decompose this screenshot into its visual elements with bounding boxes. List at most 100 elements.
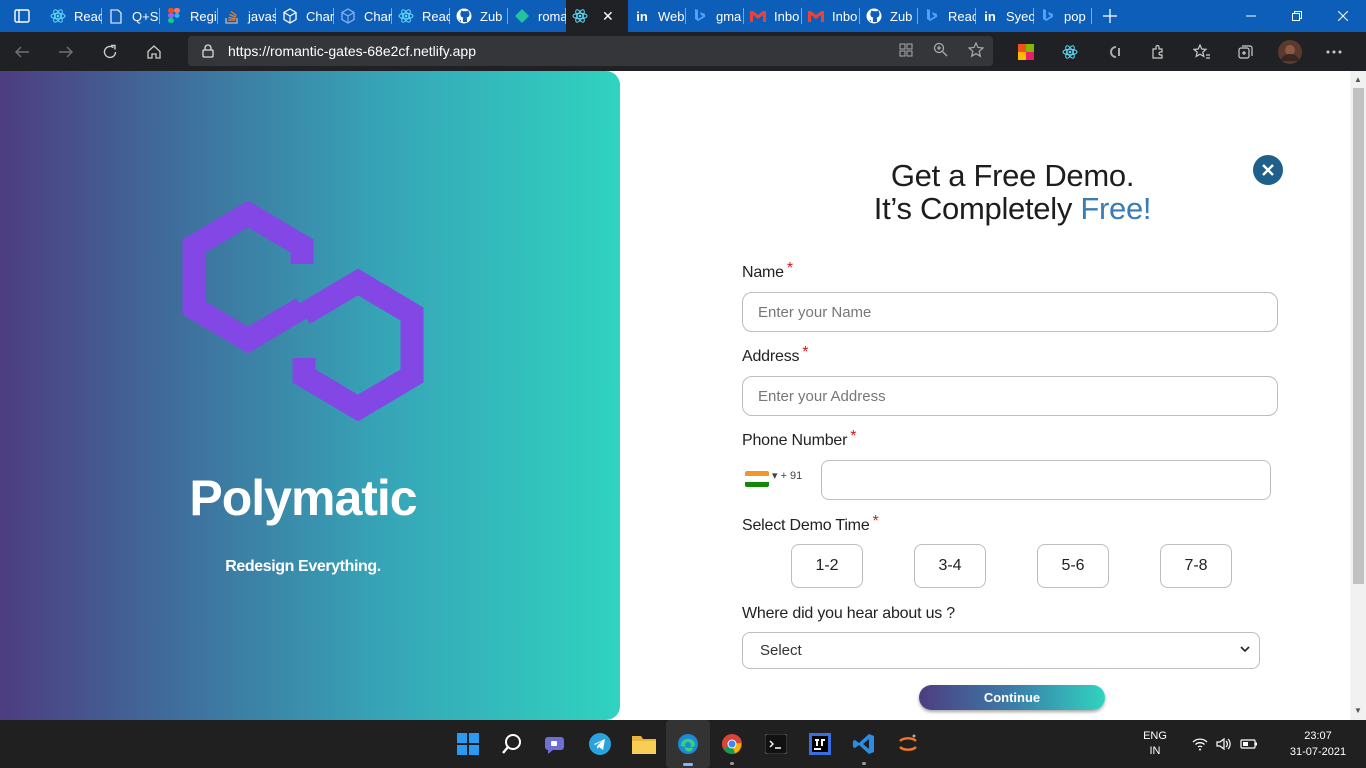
refresh-icon[interactable] <box>88 32 132 71</box>
hear-about-select[interactable]: Select <box>742 632 1260 669</box>
tray-icons[interactable] <box>1180 737 1270 751</box>
tab-6[interactable]: Reac <box>392 0 450 32</box>
zoom-icon[interactable] <box>933 42 948 60</box>
tab-label: Inbo <box>774 8 800 24</box>
favorite-star-icon[interactable] <box>967 41 985 61</box>
restore-icon[interactable] <box>1274 0 1320 32</box>
tab-2[interactable]: Regi <box>160 0 218 32</box>
region-code: IN <box>1149 745 1161 757</box>
continue-button[interactable]: Continue <box>919 685 1105 710</box>
app-available-icon[interactable] <box>899 43 913 60</box>
close-tab-icon[interactable]: ✕ <box>602 8 614 25</box>
read-aloud-icon[interactable] <box>1092 32 1136 71</box>
tab-after-1[interactable]: gma <box>686 0 744 32</box>
extension-colorful-icon[interactable] <box>1004 32 1048 71</box>
jupyter-icon[interactable] <box>886 720 930 768</box>
tab-after-4[interactable]: Zub <box>860 0 918 32</box>
new-tab-button[interactable] <box>1092 0 1128 32</box>
tab-after-7[interactable]: pop <box>1034 0 1092 32</box>
minimize-icon[interactable] <box>1228 0 1274 32</box>
running-indicator <box>730 762 734 765</box>
tab-4[interactable]: Char <box>276 0 334 32</box>
extensions-bar <box>1004 32 1356 71</box>
close-icon <box>1262 164 1274 176</box>
address-bar[interactable]: https://romantic-gates-68e2cf.netlify.ap… <box>188 36 993 66</box>
phone-input[interactable] <box>821 460 1271 500</box>
browser-toolbar: https://romantic-gates-68e2cf.netlify.ap… <box>0 32 1366 71</box>
tab-label: roma <box>538 8 566 24</box>
tab-active[interactable]: ✕ <box>566 0 628 32</box>
slot-5-6-button[interactable]: 5-6 <box>1037 544 1109 588</box>
tab-5[interactable]: Char <box>334 0 392 32</box>
netlify-icon <box>514 8 530 24</box>
heading-accent: Free! <box>1080 191 1152 226</box>
scroll-up-icon[interactable]: ▲ <box>1354 75 1362 84</box>
tab-0[interactable]: Reac <box>44 0 102 32</box>
slot-1-2-button[interactable]: 1-2 <box>791 544 863 588</box>
url-text[interactable]: https://romantic-gates-68e2cf.netlify.ap… <box>228 43 476 59</box>
gmail-icon <box>808 8 824 24</box>
slot-7-8-button[interactable]: 7-8 <box>1160 544 1232 588</box>
tab-7[interactable]: Zub <box>450 0 508 32</box>
jetbrains-icon[interactable] <box>798 720 842 768</box>
tab-1[interactable]: Q+S <box>102 0 160 32</box>
tab-3[interactable]: javas <box>218 0 276 32</box>
back-arrow-icon[interactable] <box>0 32 44 71</box>
scroll-thumb[interactable] <box>1353 88 1364 584</box>
close-window-icon[interactable] <box>1320 0 1366 32</box>
tab-label: Char <box>364 8 392 24</box>
react-devtools-icon[interactable] <box>1048 32 1092 71</box>
close-form-button[interactable] <box>1253 155 1283 185</box>
required-mark: * <box>872 513 879 530</box>
favorites-icon[interactable] <box>1180 32 1224 71</box>
chevron-down-icon <box>1240 646 1250 653</box>
slot-3-4-button[interactable]: 3-4 <box>914 544 986 588</box>
scroll-down-icon[interactable]: ▼ <box>1354 706 1362 715</box>
running-indicator <box>862 762 866 765</box>
react-icon <box>572 8 588 24</box>
tab-actions-menu-icon[interactable] <box>0 0 44 32</box>
hear-about-label: Where did you hear about us ? <box>742 605 956 622</box>
tab-after-6[interactable]: in Syec <box>976 0 1034 32</box>
tab-8[interactable]: roma <box>508 0 566 32</box>
language-code: ENG <box>1143 730 1167 742</box>
codesandbox-icon <box>340 8 356 24</box>
tab-after-5[interactable]: Reac <box>918 0 976 32</box>
telegram-icon[interactable] <box>578 720 622 768</box>
home-icon[interactable] <box>132 32 176 71</box>
tab-after-3[interactable]: Inbo <box>802 0 860 32</box>
extensions-puzzle-icon[interactable] <box>1136 32 1180 71</box>
required-mark: * <box>850 428 857 445</box>
settings-more-icon[interactable] <box>1312 32 1356 71</box>
file-explorer-icon[interactable] <box>622 720 666 768</box>
address-input[interactable] <box>742 376 1278 416</box>
teams-chat-icon[interactable] <box>534 720 578 768</box>
tab-label: Zub <box>890 8 913 24</box>
tab-label: Reac <box>422 8 450 24</box>
codesandbox-icon <box>282 8 298 24</box>
page-scrollbar[interactable]: ▲ ▼ <box>1350 71 1366 720</box>
windows-taskbar: ENG IN 23:07 31-07-2021 <box>0 720 1366 768</box>
gmail-icon <box>750 8 766 24</box>
lock-icon[interactable] <box>188 44 228 58</box>
india-flag-icon[interactable] <box>745 471 769 487</box>
chrome-icon[interactable] <box>710 720 754 768</box>
language-indicator[interactable]: ENG IN <box>1130 729 1180 759</box>
forward-arrow-icon[interactable] <box>44 32 88 71</box>
profile-avatar[interactable] <box>1268 32 1312 71</box>
tab-after-0[interactable]: in Web <box>628 0 686 32</box>
start-windows-icon[interactable] <box>446 720 490 768</box>
tab-after-2[interactable]: Inbo <box>744 0 802 32</box>
phone-label: Phone Number * <box>742 428 856 450</box>
search-icon[interactable] <box>490 720 534 768</box>
clock[interactable]: 23:07 31-07-2021 <box>1270 728 1366 760</box>
vscode-icon[interactable] <box>842 720 886 768</box>
heading-line-2-prefix: It’s Completely <box>873 191 1081 226</box>
name-input[interactable] <box>742 292 1278 332</box>
terminal-icon[interactable] <box>754 720 798 768</box>
collections-icon[interactable] <box>1224 32 1268 71</box>
edge-browser-icon[interactable] <box>666 720 710 768</box>
country-code-select[interactable]: ▾ + 91 <box>772 469 802 482</box>
tab-label: Q+S <box>132 8 159 24</box>
demo-time-label-text: Select Demo Time <box>742 517 870 534</box>
